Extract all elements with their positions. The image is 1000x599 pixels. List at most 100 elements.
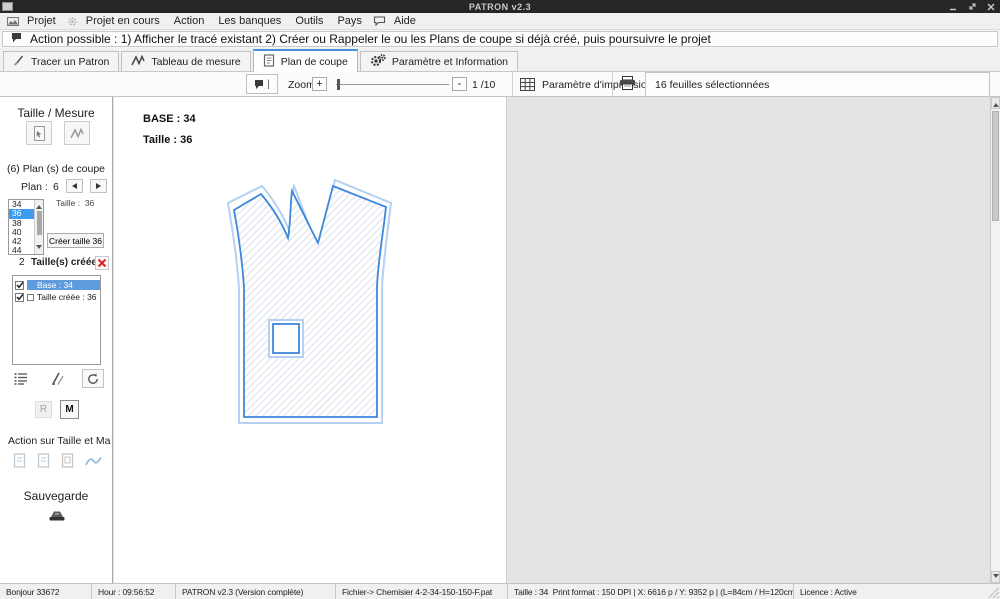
plan-prev-button[interactable] — [66, 179, 83, 193]
zoom-in-button[interactable]: + — [312, 77, 327, 91]
save-device-icon — [48, 509, 66, 522]
page-indicator: 1 /10 — [472, 79, 495, 91]
scrollbar-thumb[interactable] — [992, 111, 999, 221]
plan-label: Plan : — [21, 181, 48, 193]
cut-plan-document-icon — [263, 54, 275, 70]
pattern-document-button[interactable] — [26, 121, 52, 145]
scroll-down-button[interactable] — [991, 571, 1000, 583]
tab-label: Paramètre et Information — [392, 56, 508, 68]
create-size-button[interactable]: Créer taille 36 — [47, 233, 104, 248]
tab-parametre-et-information[interactable]: Paramètre et Information — [360, 51, 518, 71]
tab-strip: Tracer un Patron Tableau de mesure Plan … — [0, 48, 1000, 72]
menu-les-banques[interactable]: Les banques — [211, 15, 288, 27]
export-document-e-button[interactable] — [10, 452, 28, 469]
created-size-label[interactable]: Base : 34 — [27, 280, 100, 290]
sheets-selected-label: 16 feuilles sélectionnées — [655, 79, 769, 91]
tab-label: Tableau de mesure — [151, 56, 240, 68]
drawing-canvas[interactable]: BASE : 34 Taille : 36 — [114, 97, 507, 583]
measure-tools-button[interactable] — [46, 369, 68, 388]
list-view-button[interactable] — [10, 369, 32, 388]
tab-plan-de-coupe[interactable]: Plan de coupe — [253, 49, 358, 72]
m-mode-button[interactable]: M — [60, 400, 79, 419]
curve-action-button[interactable] — [84, 452, 102, 469]
refresh-button[interactable] — [82, 369, 104, 388]
zoom-label: Zoom — [288, 79, 315, 91]
status-bar: Bonjour 33672 Hour : 09:56:52 PATRON v2.… — [0, 583, 1000, 599]
cut-plan-document-button[interactable] — [58, 452, 76, 469]
action-message-box: Action possible : 1) Afficher le tracé e… — [2, 31, 998, 47]
vertical-scrollbar[interactable] — [990, 97, 1000, 583]
menu-projet[interactable]: Projet — [20, 15, 63, 27]
sheets-selected-box: 16 feuilles sélectionnées — [645, 72, 990, 97]
main-area: Taille / Mesure (6) Plan (s) de coupe Pl… — [0, 97, 1000, 583]
curve-icon — [85, 455, 102, 467]
zoom-out-button[interactable]: - — [452, 77, 467, 91]
created-size-row[interactable]: Taille créée : 36 — [13, 291, 100, 303]
speech-bubble-icon — [373, 16, 386, 26]
menu-action[interactable]: Action — [167, 15, 212, 27]
scroll-up-icon[interactable] — [36, 202, 42, 209]
menu-pays[interactable]: Pays — [330, 15, 368, 27]
created-size-row[interactable]: Base : 34 — [13, 279, 100, 291]
export-document-m-button[interactable] — [34, 452, 52, 469]
tab-tableau-de-mesure[interactable]: Tableau de mesure — [121, 51, 250, 71]
grid-icon — [520, 78, 535, 91]
document-icon — [13, 453, 26, 468]
pattern-piece-base34[interactable] — [234, 186, 386, 417]
measure-curve-button[interactable] — [64, 121, 90, 145]
cut-plan-drawing — [114, 97, 507, 583]
pocket-base34[interactable] — [273, 324, 299, 353]
sidebar-title: Taille / Mesure — [0, 106, 112, 120]
checkbox-empty[interactable] — [27, 294, 34, 301]
resize-grip[interactable] — [988, 587, 999, 598]
window-title: PATRON v2.3 — [0, 2, 1000, 12]
menu-aide[interactable]: Aide — [387, 15, 423, 27]
created-sizes-listbox[interactable]: Base : 34 Taille créée : 36 — [12, 275, 101, 365]
size-list-scrollbar[interactable] — [34, 200, 43, 254]
cut-plan-document-icon — [61, 453, 74, 468]
scroll-thumb[interactable] — [37, 211, 42, 235]
scroll-up-button[interactable] — [991, 97, 1000, 109]
print-button[interactable] — [619, 76, 636, 90]
list-icon — [14, 372, 28, 385]
created-count: 2 — [19, 257, 25, 268]
menu-outils[interactable]: Outils — [288, 15, 330, 27]
sidebar: Taille / Mesure (6) Plan (s) de coupe Pl… — [0, 97, 113, 583]
minimize-icon[interactable] — [948, 2, 958, 12]
gears-icon — [370, 54, 386, 70]
status-file: Fichier-> Chemisier 4-2-34-150-150-F.pat — [336, 584, 508, 599]
taille-selected-label: Taille : 36 — [56, 198, 94, 208]
pen-trace-icon — [13, 54, 25, 69]
r-mode-button[interactable]: R — [35, 401, 52, 418]
plan-navigator: Plan : 6 — [0, 181, 112, 195]
tab-label: Tracer un Patron — [31, 56, 109, 68]
delete-size-button[interactable] — [95, 256, 109, 270]
checkbox-checked[interactable] — [15, 293, 24, 302]
status-licence: Licence : Active — [794, 584, 1000, 599]
created-sizes-header: 2 Taille(s) créée(s) — [0, 257, 112, 271]
hint-toggle-button[interactable]: | — [246, 74, 278, 94]
menu-bar: Projet Projet en cours Action Les banque… — [0, 13, 1000, 30]
zoom-slider-handle[interactable] — [337, 79, 340, 90]
hint-bubble-icon — [11, 30, 22, 48]
checkbox-checked[interactable] — [15, 281, 24, 290]
scroll-down-icon[interactable] — [36, 245, 42, 252]
pencil-ruler-icon — [50, 371, 65, 386]
restore-icon[interactable] — [967, 2, 977, 12]
save-button[interactable] — [47, 507, 67, 523]
zigzag-curve-icon — [70, 128, 84, 139]
close-icon[interactable] — [986, 2, 996, 12]
tab-label: Plan de coupe — [281, 56, 348, 68]
zigzag-curve-icon — [131, 55, 145, 69]
image-icon — [7, 17, 19, 26]
red-x-icon — [97, 258, 107, 268]
status-greeting: Bonjour 33672 — [0, 584, 92, 599]
menu-projet-en-cours[interactable]: Projet en cours — [79, 15, 167, 27]
status-print-info: Taille : 34 Print format : 150 DPI | X: … — [508, 584, 794, 599]
plan-next-button[interactable] — [90, 179, 107, 193]
tab-tracer-un-patron[interactable]: Tracer un Patron — [3, 51, 119, 71]
document-icon — [37, 453, 50, 468]
zoom-slider-track[interactable] — [336, 84, 449, 85]
created-size-label[interactable]: Taille créée : 36 — [37, 292, 97, 302]
size-listbox[interactable]: 34 36 38 40 42 44 — [8, 199, 44, 255]
